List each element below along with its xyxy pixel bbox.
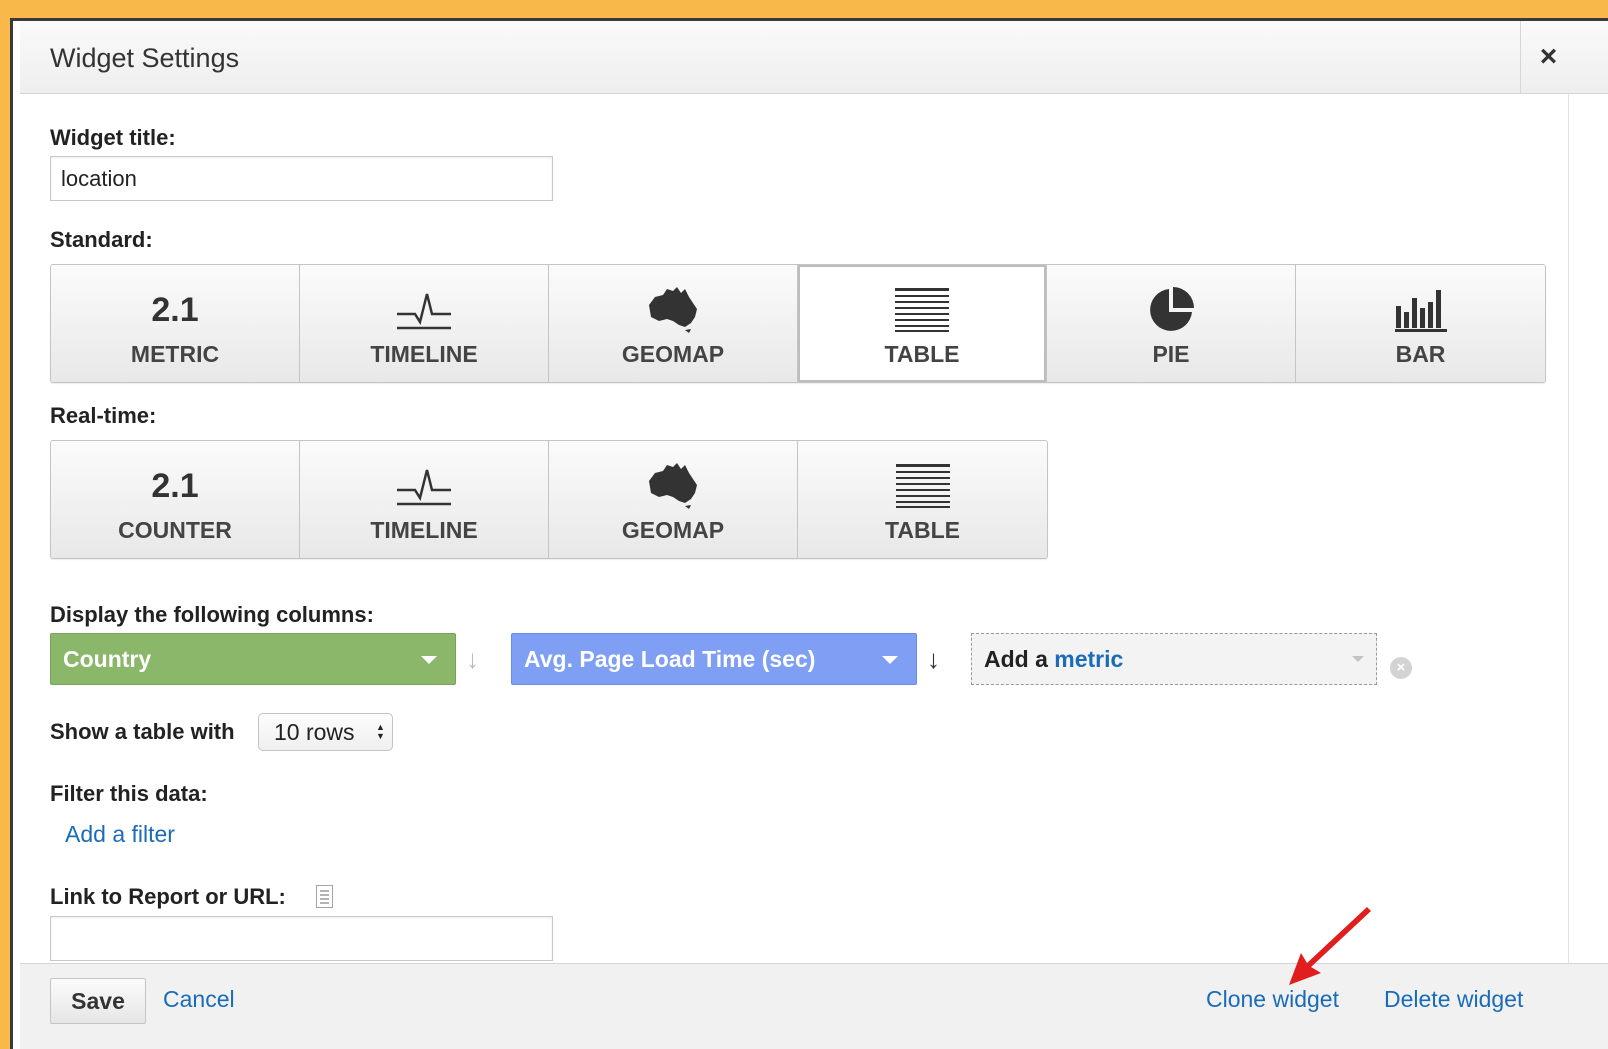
chevron-down-icon xyxy=(882,656,898,664)
realtime-table-button[interactable]: TABLE xyxy=(798,441,1047,558)
realtime-geomap-button[interactable]: GEOMAP xyxy=(549,441,798,558)
table-lines-icon xyxy=(895,464,950,508)
realtime-table-label: TABLE xyxy=(885,517,960,543)
link-report-input[interactable] xyxy=(50,916,553,961)
widget-title-label: Widget title: xyxy=(50,125,176,150)
timeline-icon xyxy=(397,469,451,506)
report-picker-icon[interactable] xyxy=(316,885,333,908)
chevron-down-icon xyxy=(1352,656,1364,662)
standard-metric-label: METRIC xyxy=(130,341,220,367)
red-arrow-annotation xyxy=(1289,907,1371,985)
table-lines-icon xyxy=(895,288,949,332)
pie-chart-icon xyxy=(1150,287,1194,331)
standard-bar-button[interactable]: BAR xyxy=(1296,265,1545,382)
widget-title-input[interactable] xyxy=(50,156,553,201)
standard-widget-types: 2.1 METRIC TIMELINE GEOMAP TABLE PIE BAR xyxy=(50,264,1546,383)
save-button[interactable]: Save xyxy=(50,978,146,1024)
dimension-dropdown-country[interactable]: Country xyxy=(50,633,456,685)
bar-chart-icon xyxy=(1394,290,1447,332)
standard-geomap-label: GEOMAP xyxy=(621,341,725,367)
standard-metric-button[interactable]: 2.1 METRIC xyxy=(51,265,300,382)
remove-column-icon[interactable]: × xyxy=(1390,657,1412,679)
columns-label: Display the following columns: xyxy=(50,602,374,627)
realtime-counter-label: COUNTER xyxy=(118,517,232,543)
rows-select[interactable]: 10 rows ▲▼ xyxy=(258,713,393,751)
standard-timeline-button[interactable]: TIMELINE xyxy=(300,265,549,382)
standard-bar-label: BAR xyxy=(1395,341,1446,367)
add-metric-prefix: Add a xyxy=(984,646,1048,672)
add-metric-dropdown[interactable]: Add a metric xyxy=(971,633,1377,685)
standard-table-button[interactable]: TABLE xyxy=(798,265,1047,382)
dimension-label: Country xyxy=(63,646,152,672)
realtime-label: Real-time: xyxy=(50,403,157,428)
stepper-icon: ▲▼ xyxy=(376,722,385,741)
counter-number-icon: 2.1 xyxy=(151,466,199,505)
add-filter-link[interactable]: Add a filter xyxy=(65,821,175,848)
standard-timeline-label: TIMELINE xyxy=(370,341,478,367)
filter-label: Filter this data: xyxy=(50,781,208,806)
rows-value: 10 rows xyxy=(274,719,355,745)
link-report-label: Link to Report or URL: xyxy=(50,884,286,909)
metric-number-icon: 2.1 xyxy=(151,290,199,329)
add-metric-link[interactable]: metric xyxy=(1054,646,1123,672)
australia-map-icon xyxy=(649,287,697,333)
standard-pie-button[interactable]: PIE xyxy=(1047,265,1296,382)
dialog-scrollbar[interactable] xyxy=(1568,94,1584,964)
metric-dropdown-avg-page-load-time[interactable]: Avg. Page Load Time (sec) xyxy=(511,633,917,685)
realtime-geomap-label: GEOMAP xyxy=(621,517,725,543)
realtime-timeline-button[interactable]: TIMELINE xyxy=(300,441,549,558)
sort-arrow-active-icon[interactable]: ↓ xyxy=(927,644,940,675)
dialog-titlebar: Widget Settings × xyxy=(20,21,1608,94)
timeline-icon xyxy=(397,293,451,330)
sort-arrow-icon[interactable]: ↓ xyxy=(466,644,479,675)
standard-pie-label: PIE xyxy=(1152,341,1190,367)
standard-table-label: TABLE xyxy=(884,341,960,367)
rows-label: Show a table with xyxy=(50,719,235,744)
realtime-counter-button[interactable]: 2.1 COUNTER xyxy=(51,441,300,558)
standard-label: Standard: xyxy=(50,227,153,252)
standard-geomap-button[interactable]: GEOMAP xyxy=(549,265,798,382)
dialog-title: Widget Settings xyxy=(50,43,240,73)
metric-label: Avg. Page Load Time (sec) xyxy=(524,646,816,672)
delete-widget-link[interactable]: Delete widget xyxy=(1384,986,1523,1013)
close-icon: × xyxy=(1539,40,1558,73)
realtime-widget-types: 2.1 COUNTER TIMELINE GEOMAP TABLE xyxy=(50,440,1048,559)
realtime-timeline-label: TIMELINE xyxy=(370,517,478,543)
close-button[interactable]: × xyxy=(1520,21,1576,93)
chevron-down-icon xyxy=(421,656,437,664)
australia-map-icon xyxy=(649,463,697,509)
widget-settings-dialog: Widget Settings × Widget title: Standard… xyxy=(13,21,1608,1049)
cancel-link[interactable]: Cancel xyxy=(163,986,235,1013)
